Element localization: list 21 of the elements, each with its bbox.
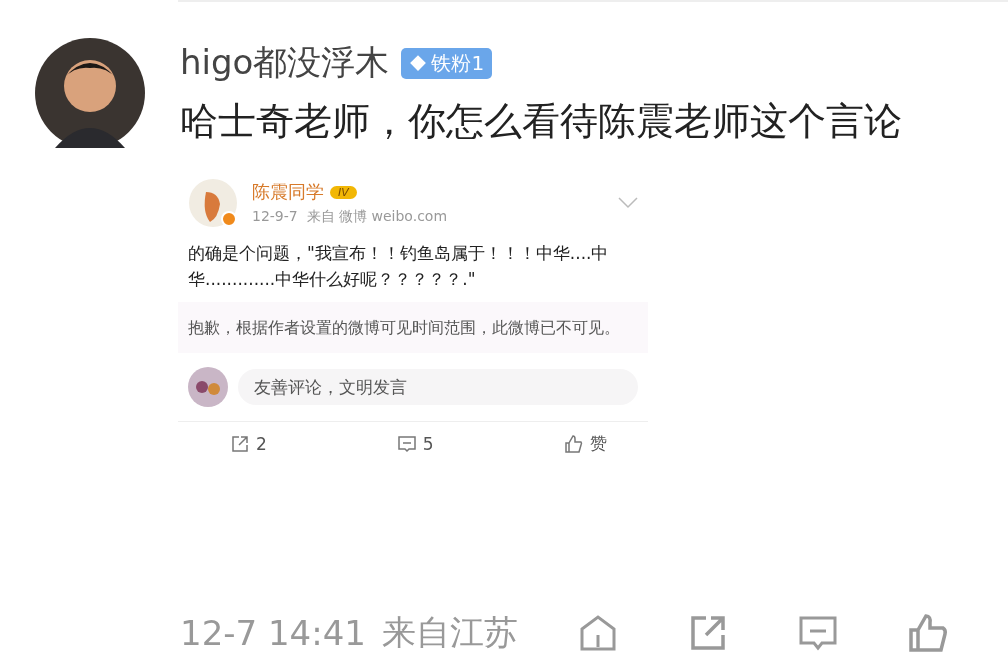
thumbs-up-icon[interactable] [907,613,948,653]
avatar-icon[interactable] [188,367,228,407]
notice-text: 抱歉，根据作者设置的微博可见时间范围，此微博已不可见。 [178,302,648,353]
comment-button[interactable]: 5 [396,432,434,455]
repost-button[interactable]: 2 [230,432,267,455]
post-time: 12-7 14:41 [180,613,366,653]
like-button[interactable]: 赞 [563,432,607,455]
comment-icon [396,433,417,454]
author-name[interactable]: higo都没浮木 [180,40,390,86]
embedded-post-text: 的确是个问题，"我宣布！！钓鱼岛属于！！！中华....中华.............中华什么好呢？？？？？." [187,242,610,291]
comment-field[interactable]: 友善评论，文明发言 [238,369,638,405]
avatar-icon[interactable] [35,38,145,148]
chevron-down-icon[interactable] [618,197,638,209]
fan-badge: 铁粉1 [401,47,493,79]
post-location: 来自江苏 [381,611,518,654]
post-text: 哈士奇老师，你怎么看待陈震老师这个言论 [180,98,903,145]
share-icon [230,433,250,454]
level-badge: IV [330,185,357,199]
post-meta: 12-9-7 来自 微博 weibo.com [252,208,449,226]
thumbs-up-icon [563,433,584,454]
diamond-icon [409,54,428,72]
